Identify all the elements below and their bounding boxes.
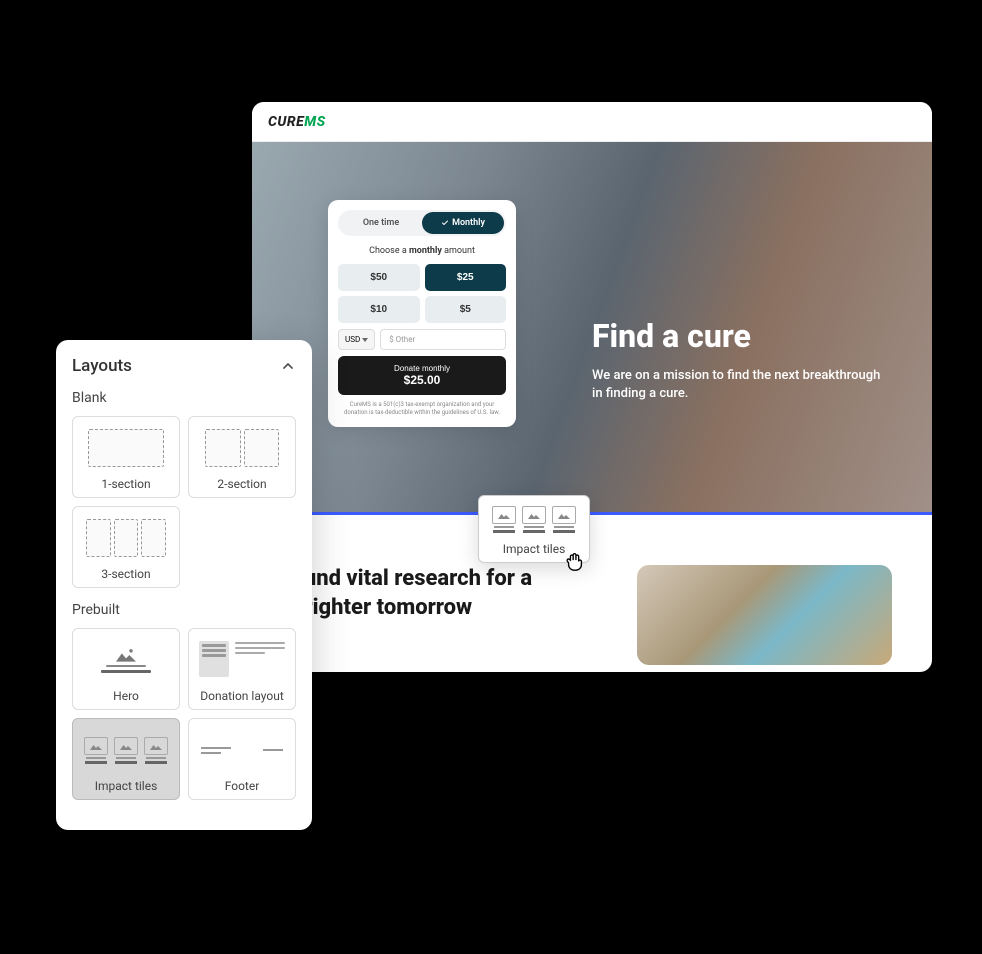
layout-1-section[interactable]: 1-section [72,416,180,498]
choose-amount-label: Choose a monthly amount [338,246,506,256]
layouts-panel: Layouts Blank 1-section 2-section [56,340,312,830]
layout-hero[interactable]: Hero [72,628,180,710]
check-icon [441,219,449,227]
panel-title: Layouts [72,356,132,376]
layout-impact-tiles[interactable]: Impact tiles [72,718,180,800]
layout-label: Hero [79,689,173,703]
tile-image-icon [492,506,516,524]
hero-text: Find a cure We are on a mission to find … [592,317,892,403]
panel-header: Layouts [72,356,296,376]
blank-layouts-grid: 1-section 2-section 3-section [72,416,296,588]
content-title: Fund vital research for a brighter tomor… [292,565,607,622]
amount-50[interactable]: $50 [338,264,420,291]
content-section: Fund vital research for a brighter tomor… [252,515,932,672]
tile-image-icon [84,737,108,755]
amount-25[interactable]: $25 [425,264,507,291]
hero-section: One time Monthly Choose a monthly amount… [252,142,932,512]
brand-logo: CUREMS [268,114,326,130]
logo-ms: MS [304,114,325,130]
layout-footer[interactable]: Footer [188,718,296,800]
section-prebuilt-label: Prebuilt [72,602,296,618]
layout-3-section[interactable]: 3-section [72,506,180,588]
content-image [637,565,892,665]
preview-header: CUREMS [252,102,932,142]
content-text-block: Fund vital research for a brighter tomor… [292,565,607,622]
section-placeholder-icon [205,429,241,467]
donate-button[interactable]: Donate monthly $25.00 [338,356,506,395]
section-placeholder-icon [86,519,110,557]
donate-button-amount: $25.00 [346,373,498,387]
chevron-down-icon [362,338,368,342]
tile-image-icon [114,737,138,755]
tile-image-icon [552,506,576,524]
hero-title: Find a cure [592,317,892,355]
currency-select[interactable]: USD [338,329,375,350]
toggle-monthly-label: Monthly [452,218,485,228]
layout-label: Donation layout [195,689,289,703]
amount-10[interactable]: $10 [338,296,420,323]
layout-2-section[interactable]: 2-section [188,416,296,498]
logo-cure: CURE [268,114,304,130]
amount-5[interactable]: $5 [425,296,507,323]
section-placeholder-icon [141,519,165,557]
layout-donation[interactable]: Donation layout [188,628,296,710]
tile-image-icon [144,737,168,755]
section-placeholder-icon [88,429,163,467]
toggle-onetime[interactable]: One time [340,212,422,234]
currency-value: USD [345,335,360,344]
donate-button-label: Donate monthly [346,364,498,373]
grab-cursor-icon [564,550,586,572]
donation-widget: One time Monthly Choose a monthly amount… [328,200,516,427]
layout-label: 1-section [79,477,173,491]
hero-subtitle: We are on a mission to find the next bre… [592,367,892,403]
image-icon [116,648,136,662]
tax-note: CureMS is a 501(c)3 tax-exempt organizat… [338,401,506,417]
layout-label: Impact tiles [79,779,173,793]
tile-image-icon [522,506,546,524]
currency-row: USD $ Other [338,329,506,350]
layout-label: Footer [195,779,289,793]
section-blank-label: Blank [72,390,296,406]
form-placeholder-icon [199,641,229,677]
other-amount-input[interactable]: $ Other [380,329,506,350]
section-placeholder-icon [114,519,138,557]
chevron-up-icon[interactable] [280,358,296,374]
section-placeholder-icon [244,429,280,467]
frequency-toggle: One time Monthly [338,210,506,236]
toggle-monthly[interactable]: Monthly [422,212,504,234]
preview-window: CUREMS One time Monthly Choose a monthly… [252,102,932,672]
layout-label: 3-section [79,567,173,581]
amount-grid: $50 $25 $10 $5 [338,264,506,323]
toggle-onetime-label: One time [363,218,399,228]
prebuilt-layouts-grid: Hero Donation layout [72,628,296,800]
layout-label: 2-section [195,477,289,491]
